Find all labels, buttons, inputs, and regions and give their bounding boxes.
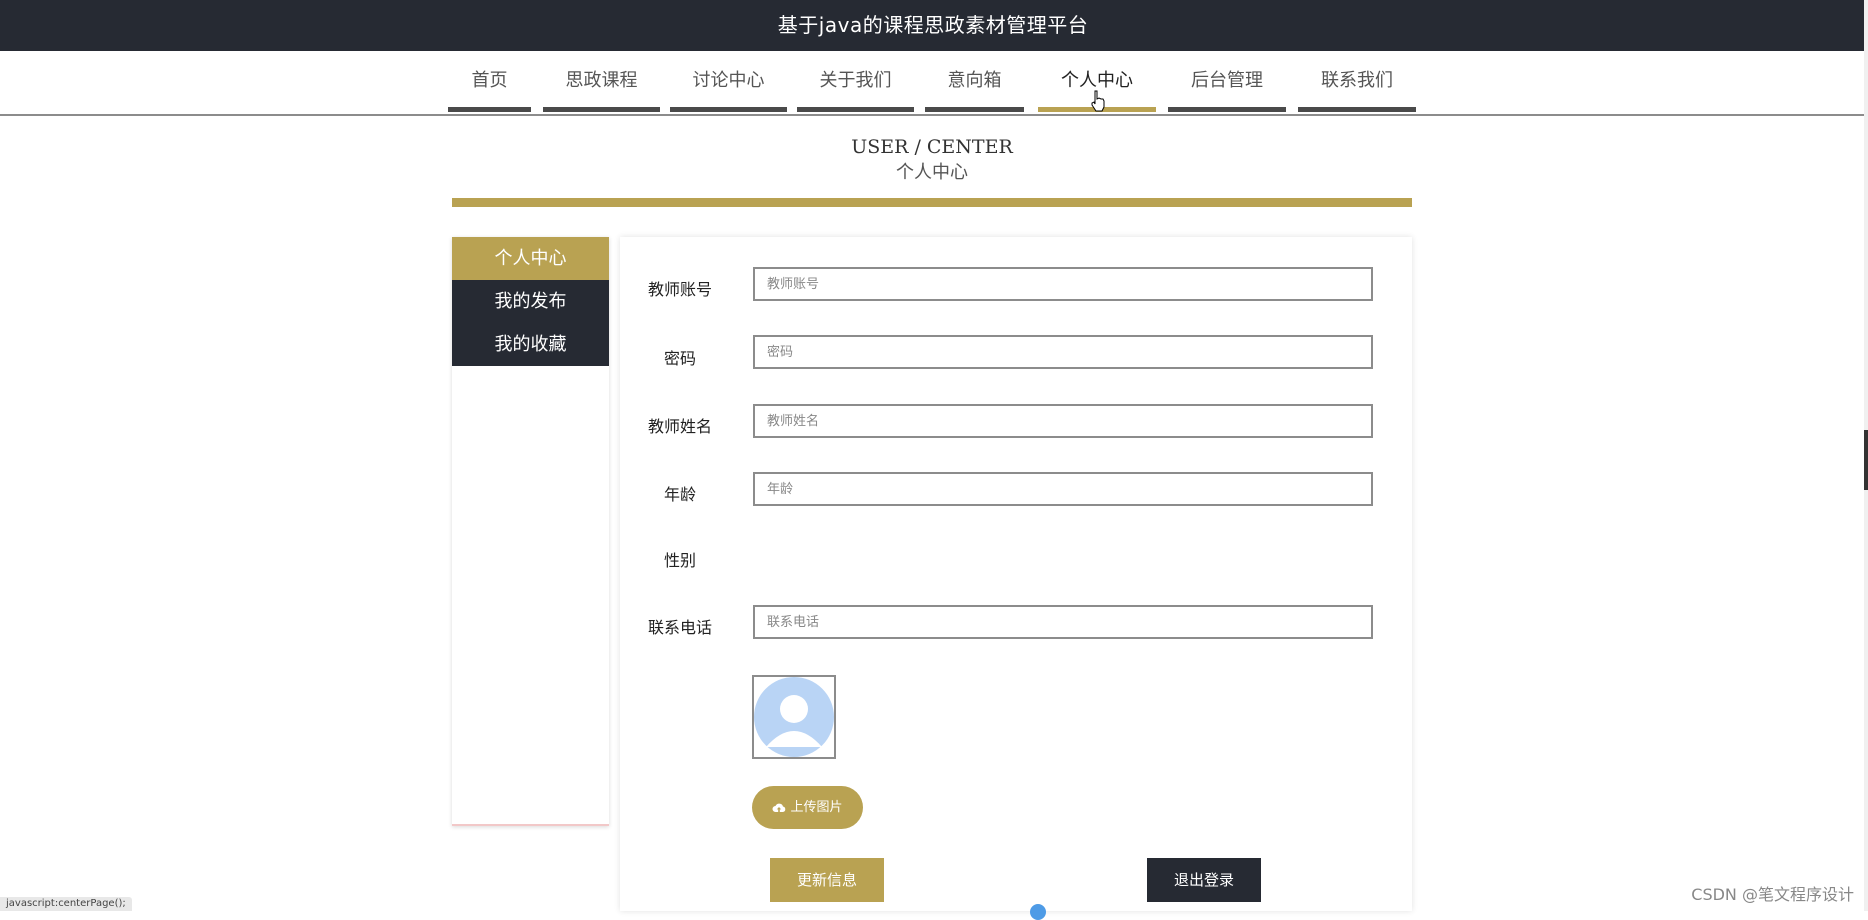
phone-input[interactable] [753,605,1373,639]
avatar-preview [752,675,836,759]
account-label: 教师账号 [620,276,740,300]
password-label: 密码 [620,345,740,369]
scrollbar-thumb[interactable] [1864,430,1868,490]
nav-admin[interactable]: 后台管理 [1168,66,1286,112]
main-nav: 首页 思政课程 讨论中心 关于我们 意向箱 个人中心 后台管理 联系我们 [0,51,1866,116]
teacher-name-label: 教师姓名 [620,413,740,437]
page-title: USER / CENTER 个人中心 [452,134,1412,186]
nav-suggestion-box[interactable]: 意向箱 [925,66,1024,112]
page-title-en: USER / CENTER [452,134,1412,160]
nav-courses[interactable]: 思政课程 [543,66,660,112]
site-header: 基于java的课程思政素材管理平台 [0,0,1866,51]
user-avatar-icon [754,677,834,757]
nav-contact[interactable]: 联系我们 [1298,66,1416,112]
phone-label: 联系电话 [620,614,740,638]
teacher-name-input[interactable] [753,404,1373,438]
page-title-cn: 个人中心 [452,160,1412,186]
account-input[interactable] [753,267,1373,301]
profile-form: 教师账号 密码 教师姓名 年龄 性别 联系电话 上传图片 更新信息 退出登录 [620,237,1412,911]
age-label: 年龄 [620,481,740,505]
logout-button[interactable]: 退出登录 [1147,858,1261,902]
status-url: javascript:centerPage(); [0,897,132,911]
sidebar-item-user-center[interactable]: 个人中心 [452,237,609,280]
gender-label: 性别 [620,547,740,571]
password-input[interactable] [753,335,1373,369]
cloud-upload-icon [772,802,786,814]
site-title: 基于java的课程思政素材管理平台 [778,13,1088,37]
update-info-button[interactable]: 更新信息 [770,858,884,902]
floating-dot [1030,904,1046,920]
nav-about[interactable]: 关于我们 [797,66,914,112]
nav-discussion[interactable]: 讨论中心 [670,66,787,112]
title-divider [452,198,1412,207]
nav-home[interactable]: 首页 [448,66,531,112]
sidebar-item-my-posts[interactable]: 我的发布 [452,280,609,323]
user-sidebar: 个人中心 我的发布 我的收藏 [452,237,609,826]
age-input[interactable] [753,472,1373,506]
upload-image-button[interactable]: 上传图片 [752,786,863,829]
sidebar-item-my-favorites[interactable]: 我的收藏 [452,323,609,366]
watermark: CSDN @笔文程序设计 [1691,881,1854,905]
hand-pointer-icon [1090,90,1106,112]
